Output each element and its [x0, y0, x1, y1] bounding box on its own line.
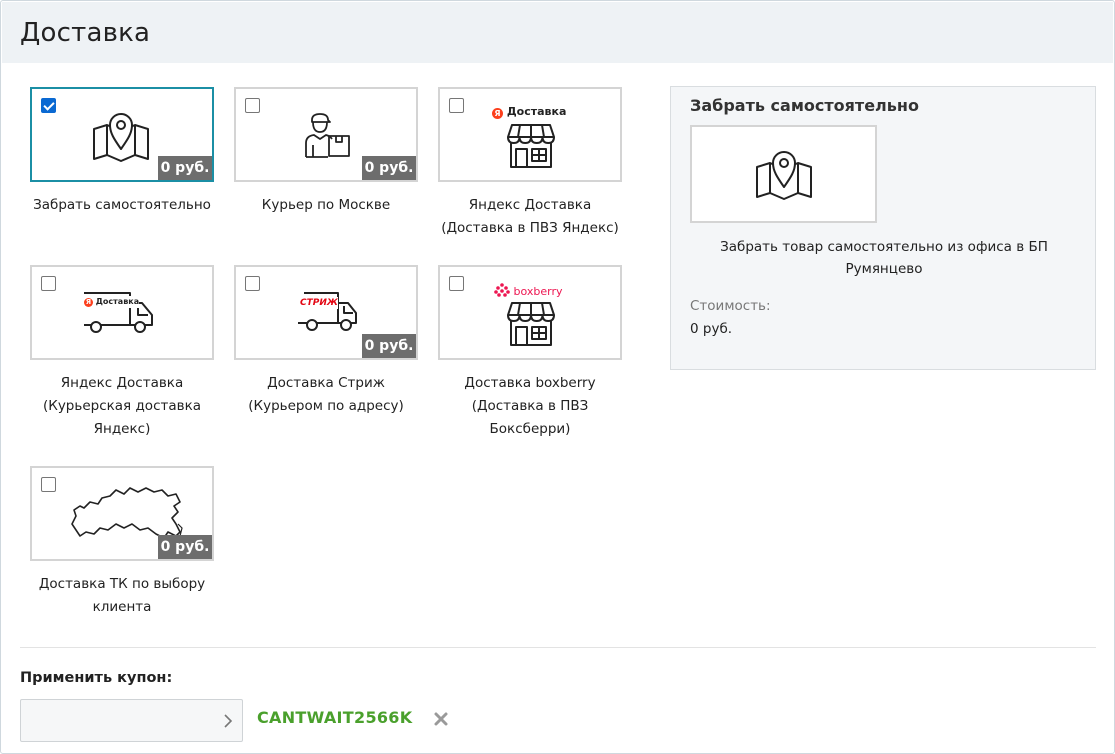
delivery-widget: Доставка 0 руб. Забрать самостоятельно 0… [0, 0, 1115, 754]
delivery-option-yandex-pvz[interactable]: Я Доставка [438, 87, 622, 182]
details-cost-label: Стоимость: [690, 298, 771, 314]
boxberry-logo: boxberry [494, 283, 563, 298]
delivery-option-strizh[interactable]: СТРИЖ 0 руб. [234, 265, 418, 360]
delivery-option-label: Яндекс Доставка (Курьерская доставка Янд… [42, 375, 202, 437]
yandex-courier-checkbox[interactable] [41, 276, 56, 291]
coupon-input[interactable] [20, 699, 243, 742]
tk-checkbox[interactable] [41, 477, 56, 492]
divider [20, 647, 1096, 648]
delivery-option-boxberry[interactable]: boxberry [438, 265, 622, 360]
details-cost-value: 0 руб. [690, 321, 733, 337]
delivery-option-label: Курьер по Москве [261, 197, 391, 213]
remove-coupon-icon[interactable] [433, 711, 449, 727]
truck-icon [298, 292, 357, 331]
delivery-option-tk[interactable]: 0 руб. [30, 466, 214, 561]
details-description: Забрать товар самостоятельно из офиса в … [720, 239, 1048, 277]
delivery-option-label: Доставка boxberry (Доставка в ПВЗ Боксбе… [464, 375, 596, 437]
yandex-pvz-checkbox[interactable] [449, 98, 464, 113]
delivery-option-courier-moscow[interactable]: 0 руб. [234, 87, 418, 182]
map-pin-icon [756, 151, 812, 200]
chevron-right-icon[interactable] [222, 713, 234, 729]
yandex-delivery-logo: Я Доставка [84, 296, 140, 308]
coupon-label: Применить купон: [20, 670, 173, 686]
details-title: Забрать самостоятельно [690, 96, 919, 115]
boxberry-checkbox[interactable] [449, 276, 464, 291]
map-pin-icon [93, 113, 149, 162]
store-icon [507, 124, 555, 168]
boxberry-berry-icon [494, 283, 510, 297]
strizh-checkbox[interactable] [245, 276, 260, 291]
store-icon [507, 302, 555, 346]
section-header: Доставка [2, 2, 1113, 63]
delivery-option-yandex-courier[interactable]: Я Доставка [30, 265, 214, 360]
delivery-option-pickup[interactable]: 0 руб. [30, 87, 214, 182]
delivery-details-panel: Забрать самостоятельно Забрать товар сам… [670, 86, 1096, 370]
yandex-delivery-logo: Я Доставка [492, 105, 566, 119]
price-badge: 0 руб. [362, 334, 416, 358]
courier-icon [305, 113, 350, 158]
delivery-option-label: Яндекс Доставка (Доставка в ПВЗ Яндекс) [441, 197, 619, 236]
delivery-option-label: Доставка Стриж (Курьером по адресу) [248, 375, 404, 414]
details-image [690, 125, 877, 223]
strizh-logo: СТРИЖ [300, 297, 338, 309]
price-badge: 0 руб. [362, 156, 416, 180]
page-title: Доставка [20, 18, 151, 48]
pickup-checkbox[interactable] [41, 98, 56, 113]
delivery-option-label: Доставка ТК по выбору клиента [38, 576, 206, 615]
price-badge: 0 руб. [158, 535, 212, 559]
courier-moscow-checkbox[interactable] [245, 98, 260, 113]
price-badge: 0 руб. [158, 156, 212, 180]
applied-coupon-code: CANTWAIT2566K [257, 708, 413, 727]
delivery-option-label: Забрать самостоятельно [33, 197, 211, 213]
